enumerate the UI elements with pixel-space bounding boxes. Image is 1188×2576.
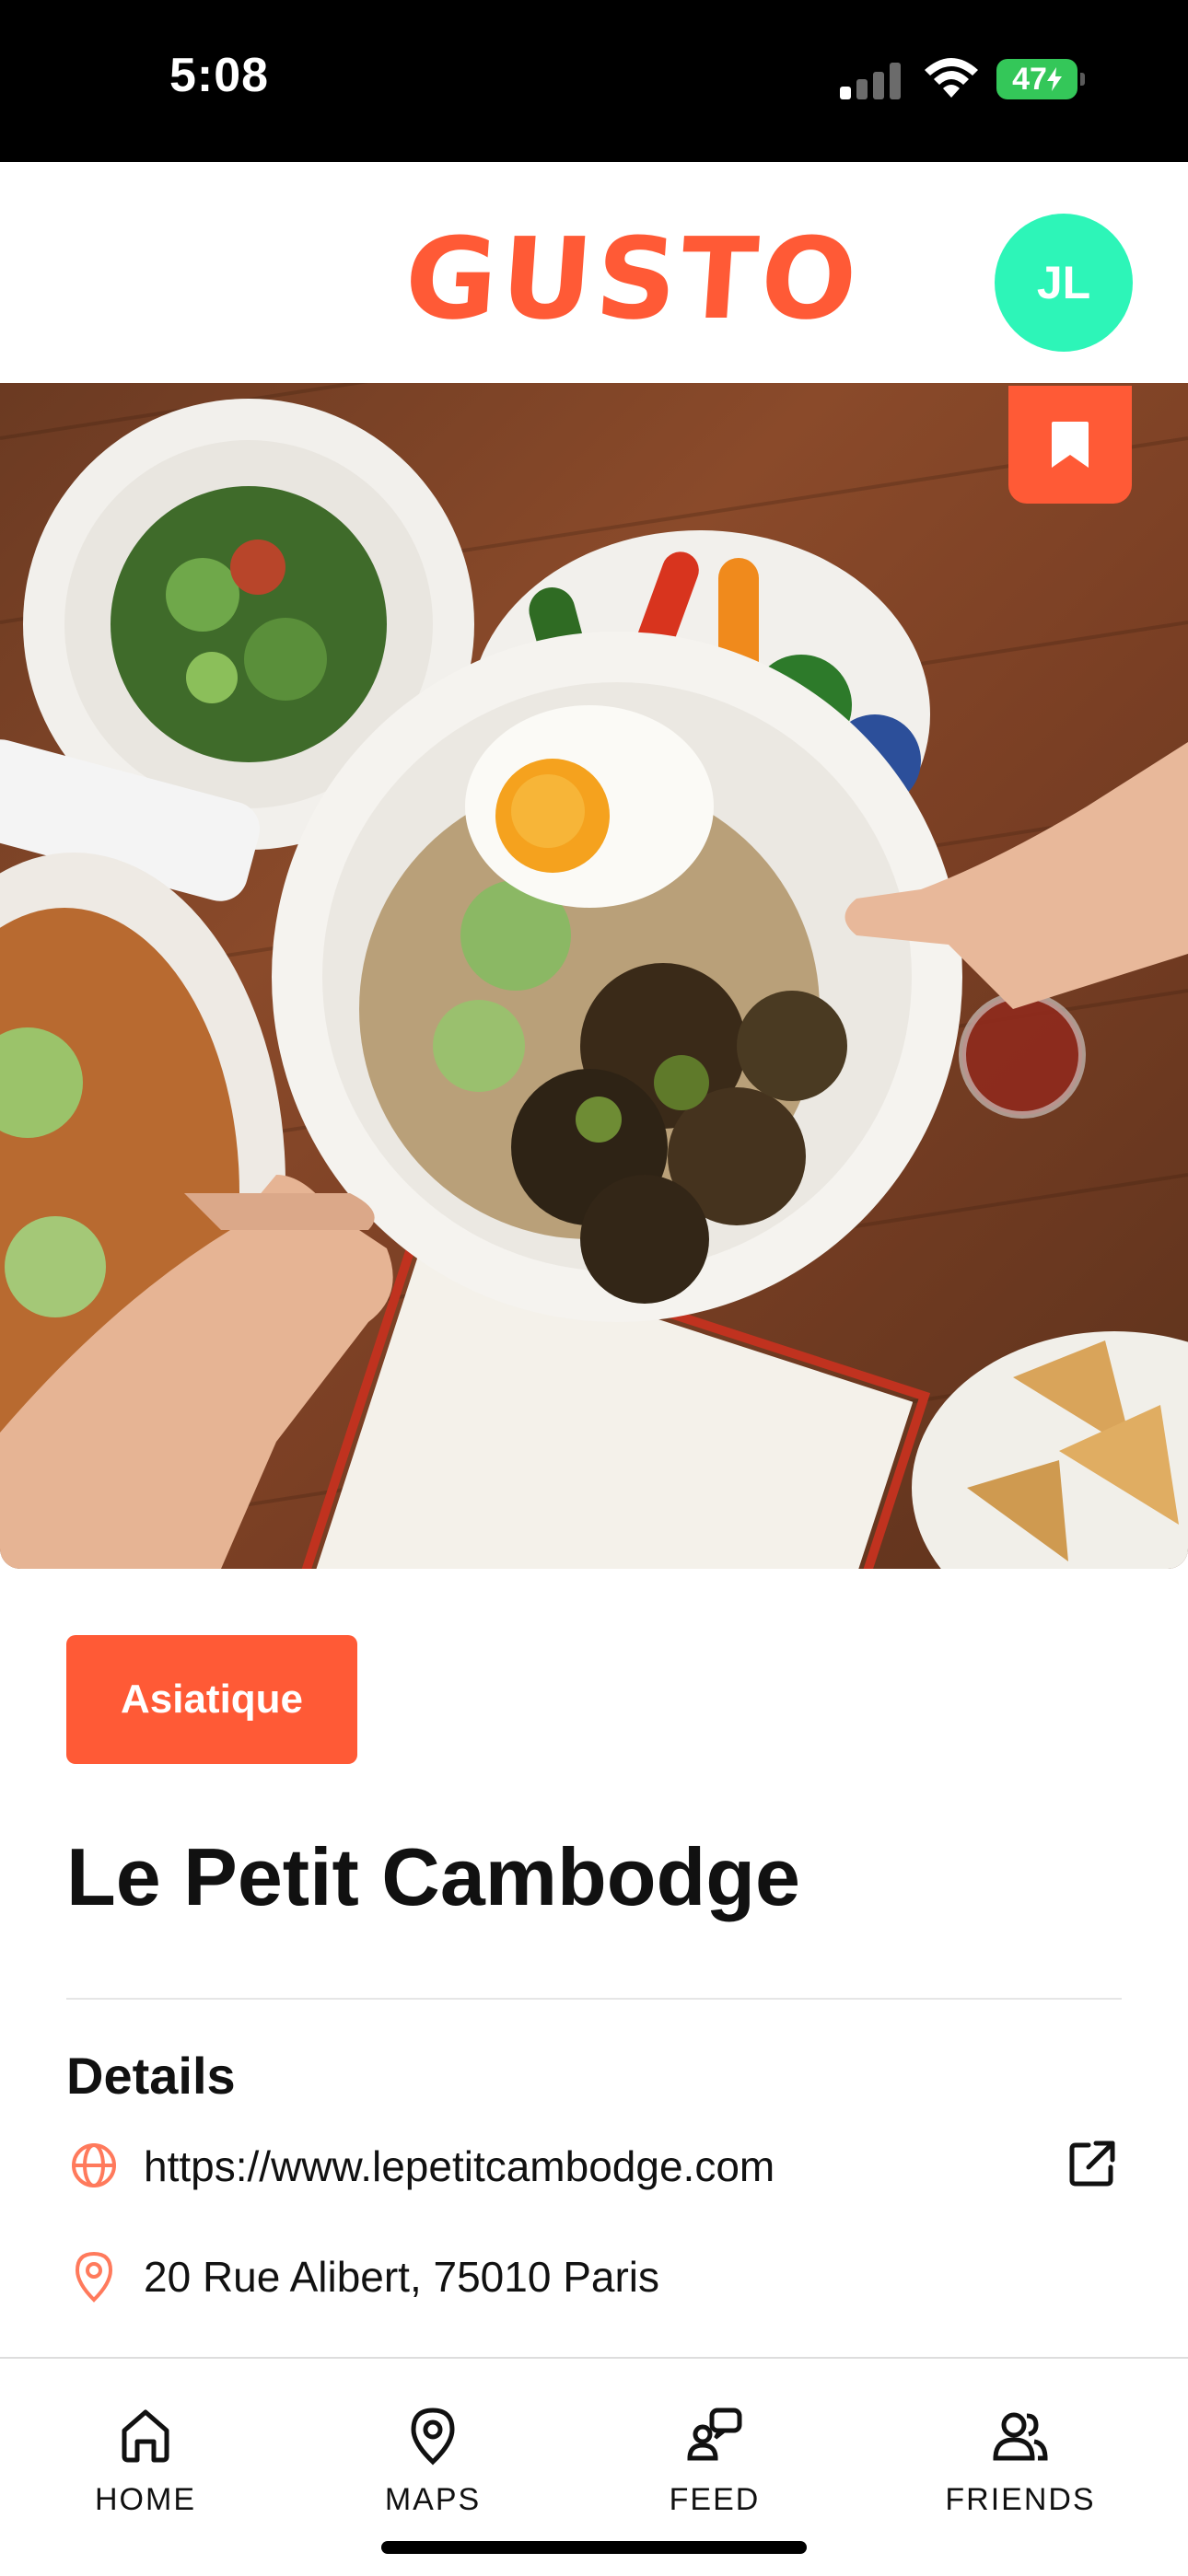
lightning-bolt-icon <box>1046 67 1062 91</box>
gusto-logo[interactable]: GUSTO <box>401 214 865 344</box>
wifi-icon <box>925 58 978 98</box>
status-time: 5:08 <box>169 49 270 102</box>
divider <box>66 1998 1122 2000</box>
nav-friends-label: FRIENDS <box>945 2482 1096 2517</box>
restaurant-name: Le Petit Cambodge <box>66 1831 800 1922</box>
home-indicator[interactable] <box>381 2541 807 2554</box>
nav-feed[interactable]: FEED <box>604 2405 825 2543</box>
external-link-icon[interactable] <box>1063 2134 1122 2193</box>
address-text: 20 Rue Alibert, 75010 Paris <box>144 2253 660 2301</box>
website-link[interactable]: https://www.lepetitcambodge.com <box>144 2141 775 2191</box>
battery-indicator: 47 <box>996 59 1085 99</box>
chat-bubbles-icon <box>687 2408 742 2461</box>
battery-level: 47 <box>1012 61 1047 97</box>
status-bar: 5:08 47 <box>0 0 1188 162</box>
map-pin-icon <box>411 2408 455 2466</box>
bookmark-icon <box>1052 422 1089 468</box>
home-icon <box>122 2409 169 2463</box>
nav-feed-label: FEED <box>669 2482 761 2517</box>
restaurant-hero-image <box>0 383 1188 1569</box>
nav-maps-label: MAPS <box>384 2482 482 2517</box>
location-pin-icon <box>75 2251 113 2303</box>
bookmark-button[interactable] <box>1008 386 1132 504</box>
users-icon <box>993 2412 1048 2461</box>
food-photo-illustration <box>0 383 1188 1569</box>
cellular-signal-icon <box>840 61 904 99</box>
details-title: Details <box>66 2047 236 2105</box>
nav-maps[interactable]: MAPS <box>322 2405 543 2543</box>
nav-friends[interactable]: FRIENDS <box>910 2405 1131 2543</box>
website-row[interactable]: https://www.lepetitcambodge.com <box>66 2129 1122 2202</box>
address-row[interactable]: 20 Rue Alibert, 75010 Paris <box>66 2239 1122 2313</box>
app-header: GUSTO JL <box>0 162 1188 383</box>
category-badge[interactable]: Asiatique <box>66 1635 357 1764</box>
nav-home-label: HOME <box>95 2482 196 2517</box>
avatar[interactable]: JL <box>995 214 1133 352</box>
globe-icon <box>72 2143 116 2187</box>
nav-home[interactable]: HOME <box>35 2405 256 2543</box>
